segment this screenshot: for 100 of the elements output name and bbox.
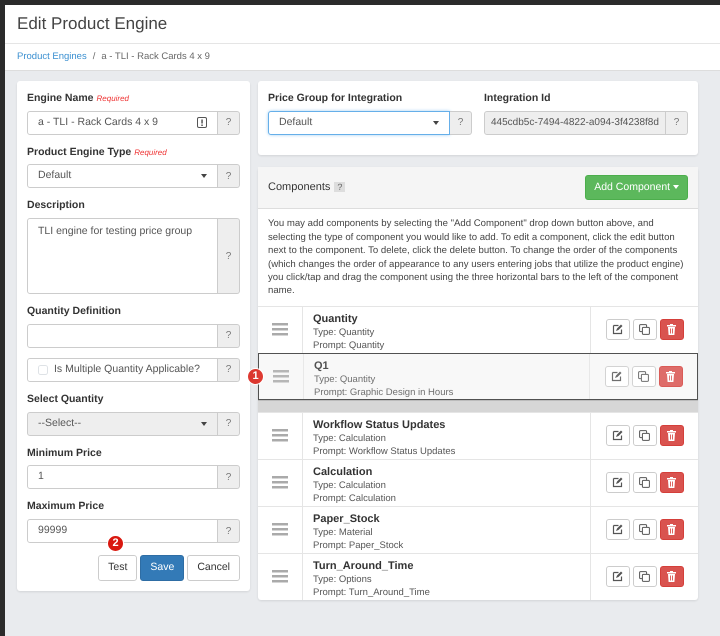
text-field[interactable]: 1	[27, 465, 218, 490]
component-prompt: Prompt: Graphic Design in Hours	[314, 387, 454, 400]
dropdown-value: Default	[38, 168, 72, 184]
instructions-text: You may add components by selecting the "Add Component" drop down button above, and selecting the type of component you would like to add. To edit a component, click the edit button next to the component. To delete, click the delete button. To change the order of the components (which changes the order of appearance to any users entering jobs that utilize the product engine) you click/tap and drag the component using the three horizontal bars to the left of the component name.	[267, 217, 684, 298]
field-label: Price Group for Integration	[268, 90, 404, 106]
checkbox[interactable]	[38, 364, 48, 375]
component-name: Q1	[314, 358, 330, 374]
help-button[interactable]: ?	[218, 218, 240, 294]
copy-button[interactable]	[632, 566, 656, 588]
copy-button[interactable]	[632, 366, 656, 387]
copy-icon	[638, 370, 649, 382]
field-value: 1	[38, 469, 44, 484]
component-name: Quantity	[313, 312, 359, 327]
field-label: Maximum Price	[27, 500, 104, 512]
help-button[interactable]: ?	[218, 465, 240, 490]
copy-button[interactable]	[632, 319, 656, 340]
copy-icon	[639, 571, 650, 582]
required-note: Required	[96, 94, 129, 103]
step-marker: 1	[247, 368, 264, 385]
edit-icon	[612, 477, 623, 488]
copy-icon	[639, 477, 650, 488]
caret-icon	[673, 184, 679, 189]
add-component-button[interactable]: Add Component	[585, 174, 688, 200]
breadcrumb-link[interactable]: Product Engines	[17, 50, 87, 64]
drag-handle-icon[interactable]	[272, 476, 288, 490]
drag-handle-icon[interactable]	[272, 523, 288, 536]
text-field[interactable]	[27, 324, 218, 348]
dropdown-value: --Select--	[38, 416, 82, 431]
component-name: Turn_Around_Time	[313, 558, 414, 574]
trash-icon	[666, 370, 675, 382]
trash-icon	[667, 524, 676, 536]
edit-button[interactable]	[606, 566, 630, 588]
field-label: Quantity Definition	[27, 305, 121, 317]
delete-button[interactable]	[660, 566, 684, 588]
form-button[interactable]: Cancel	[187, 555, 240, 581]
delete-button[interactable]	[660, 472, 684, 494]
field-value: 445cdb5c-7494-4822-a094-3f4238f8d	[491, 116, 659, 130]
copy-button[interactable]	[632, 472, 656, 494]
textarea-field[interactable]: TLI engine for testing price group	[27, 218, 218, 294]
dropdown-value: Default	[279, 114, 312, 130]
breadcrumb-current: a - TLI - Rack Cards 4 x 9	[101, 50, 210, 64]
help-button[interactable]: ?	[334, 182, 346, 192]
delete-button[interactable]	[660, 319, 684, 340]
caret-icon	[201, 174, 207, 178]
delete-button[interactable]	[660, 425, 684, 446]
component-type: Type: Options	[313, 574, 373, 588]
component-prompt: Prompt: Workflow Status Updates	[313, 446, 456, 459]
help-button[interactable]: ?	[218, 358, 240, 382]
text-field[interactable]: 445cdb5c-7494-4822-a094-3f4238f8d	[484, 110, 666, 134]
field-label: Integration Id	[484, 90, 552, 106]
edit-button[interactable]	[606, 519, 630, 540]
drag-handle-icon[interactable]	[272, 429, 288, 442]
edit-icon	[612, 571, 623, 582]
edit-button[interactable]	[606, 319, 630, 340]
help-button[interactable]: ?	[218, 110, 240, 134]
help-button[interactable]: ?	[218, 324, 240, 348]
form-button[interactable]: Save	[140, 555, 184, 581]
edit-icon	[612, 324, 623, 336]
drag-handle-icon[interactable]	[272, 570, 288, 584]
edit-button[interactable]	[606, 425, 630, 446]
edit-button[interactable]	[606, 472, 630, 494]
help-button[interactable]: ?	[450, 110, 472, 134]
drag-handle-icon[interactable]	[272, 323, 288, 336]
field-label: Product Engine Type	[27, 146, 132, 158]
trash-icon	[667, 571, 676, 582]
component-prompt: Prompt: Turn_Around_Time	[313, 587, 431, 600]
edit-button[interactable]	[604, 366, 628, 387]
component-type: Type: Calculation	[313, 433, 387, 446]
delete-button[interactable]	[658, 366, 682, 387]
delete-button[interactable]	[660, 519, 684, 540]
field-label: Description	[27, 199, 85, 212]
field-value: TLI engine for testing price group	[38, 224, 192, 239]
help-button[interactable]: ?	[218, 164, 240, 188]
dropdown[interactable]: Default	[268, 110, 450, 134]
required-note: Required	[134, 148, 167, 156]
panel-title: Components	[268, 181, 330, 194]
field-value: 99999	[38, 523, 68, 538]
component-name: Calculation	[313, 464, 374, 480]
caret-icon	[201, 422, 207, 426]
component-prompt: Prompt: Quantity	[313, 340, 386, 353]
field-label: Minimum Price	[27, 446, 102, 458]
text-field[interactable]: a - TLI - Rack Cards 4 x 9	[27, 110, 218, 134]
trash-icon	[667, 477, 676, 488]
field-value: a - TLI - Rack Cards 4 x 9	[38, 114, 158, 130]
component-type: Type: Material	[313, 527, 374, 540]
component-prompt: Prompt: Paper_Stock	[313, 540, 404, 553]
drag-handle-icon[interactable]	[273, 370, 289, 383]
help-button[interactable]: ?	[666, 110, 688, 134]
trash-icon	[667, 430, 676, 442]
copy-button[interactable]	[632, 425, 656, 446]
component-type: Type: Calculation	[313, 480, 387, 494]
dropdown[interactable]: Default	[27, 164, 218, 188]
component-type: Type: Quantity	[314, 374, 376, 388]
caret-icon	[433, 120, 439, 124]
help-button[interactable]: ?	[218, 519, 240, 543]
trash-icon	[667, 324, 676, 336]
copy-button[interactable]	[632, 519, 656, 540]
alert-icon	[197, 117, 207, 128]
copy-icon	[639, 524, 650, 536]
copy-icon	[639, 324, 650, 336]
